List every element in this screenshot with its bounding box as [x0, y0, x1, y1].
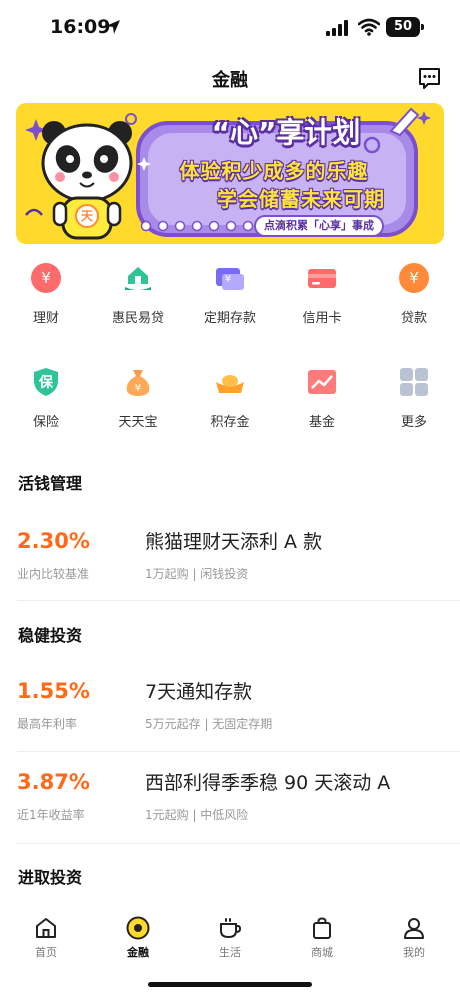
product-name: 熊猫理财天添利 A 款 — [145, 531, 323, 553]
product-desc: 5万元起存 | 无固定存期 — [145, 717, 273, 731]
product-desc: 1元起购 | 中低风险 — [145, 808, 249, 822]
loan-coin-icon: ¥ — [399, 263, 429, 293]
person-icon — [404, 918, 424, 939]
deposit-card-icon: ¥ — [216, 268, 244, 290]
promo-banner[interactable]: 天 “心”享计划 体验积少成多的乐趣 学会储蓄未来可期 点滴积累「心享」事成 — [16, 103, 444, 244]
quick-menu-row-1: ¥ 理财 惠民易贷 ¥ 定期存款 信用卡 ¥ 贷款 — [0, 258, 460, 338]
menu-item-label: 定期存款 — [203, 311, 256, 326]
product-rate: 3.87% — [17, 770, 90, 794]
battery-indicator: 50 — [386, 17, 424, 37]
banner-tag: 点滴积累「心享」事成 — [254, 215, 384, 237]
svg-text:¥: ¥ — [41, 269, 51, 287]
nav-tab-life[interactable]: 生活 — [184, 910, 276, 965]
product-rate-label: 业内比较基准 — [17, 567, 90, 581]
section-title-stable: 稳健投资 — [18, 626, 83, 645]
grid-more-icon — [400, 368, 428, 396]
product-rate-label: 最高年利率 — [17, 717, 78, 731]
menu-item-label: 惠民易贷 — [111, 311, 164, 326]
menu-item-credit-card[interactable]: 信用卡 — [276, 258, 368, 338]
wifi-icon — [358, 18, 380, 36]
yuan-coin-icon: ¥ — [31, 263, 61, 293]
page-title: 金融 — [212, 70, 248, 91]
nav-label: 生活 — [219, 946, 241, 959]
product-rate: 1.55% — [17, 679, 90, 703]
menu-item-label: 更多 — [400, 415, 427, 430]
product-card[interactable]: 2.30% 业内比较基准 熊猫理财天添利 A 款 1万起购 | 闲钱投资 — [0, 515, 460, 607]
svg-text:¥: ¥ — [135, 383, 141, 394]
menu-item-fund[interactable]: 基金 — [276, 362, 368, 442]
banner-title-char: 划 — [332, 116, 361, 149]
svg-text:¥: ¥ — [225, 274, 231, 285]
banner-title-char: 享 — [276, 116, 305, 149]
menu-item-label: 理财 — [32, 311, 59, 326]
bottom-nav: 首页 金融 生活 商城 我的 — [0, 910, 460, 965]
home-icon — [36, 918, 56, 938]
product-rate: 2.30% — [17, 529, 90, 553]
quick-menu-row-2: 保 保险 ¥ 天天宝 积存金 基金 更多 — [0, 362, 460, 442]
credit-card-icon — [308, 269, 336, 288]
menu-item-label: 基金 — [308, 415, 335, 430]
product-card[interactable]: 1.55% 最高年利率 7天通知存款 5万元起存 | 无固定存期 — [0, 665, 460, 757]
nav-tab-finance[interactable]: 金融 — [92, 910, 184, 965]
section-title-flexible: 活钱管理 — [18, 474, 83, 493]
money-bag-icon: ¥ — [126, 370, 150, 396]
menu-item-more[interactable]: 更多 — [368, 362, 460, 442]
coffee-cup-icon — [220, 918, 242, 939]
menu-item-loan[interactable]: ¥ 贷款 — [368, 258, 460, 338]
menu-item-insurance[interactable]: 保 保险 — [0, 362, 92, 442]
product-rate-label: 近1年收益率 — [17, 808, 85, 822]
banner-slogan-1: 体验积少成多的乐趣 — [179, 159, 369, 183]
finance-coin-icon — [126, 916, 150, 940]
product-card[interactable]: 3.87% 近1年收益率 西部利得季季稳 90 天滚动 A 1元起购 | 中低风… — [0, 756, 460, 848]
status-time: 16:09 — [50, 16, 111, 38]
nav-label: 商城 — [311, 946, 333, 959]
cellular-signal-icon — [326, 20, 348, 36]
nav-tab-mine[interactable]: 我的 — [368, 910, 460, 965]
menu-item-fixed-deposit[interactable]: ¥ 定期存款 — [184, 258, 276, 338]
shopping-bag-icon — [313, 917, 331, 939]
menu-item-label: 信用卡 — [302, 311, 342, 326]
product-desc: 1万起购 | 闲钱投资 — [145, 567, 249, 581]
nav-label: 金融 — [127, 946, 149, 959]
location-arrow-icon — [106, 20, 120, 34]
menu-item-wealth[interactable]: ¥ 理财 — [0, 258, 92, 338]
product-name: 西部利得季季稳 90 天滚动 A — [145, 772, 391, 794]
message-more-icon[interactable] — [417, 66, 442, 91]
shield-glyph: 保 — [39, 375, 53, 391]
banner-title-char: 计 — [304, 116, 333, 149]
gold-ingot-icon — [216, 375, 244, 393]
banner-slogan-2: 学会储蓄未来可期 — [217, 187, 385, 211]
svg-text:¥: ¥ — [409, 269, 419, 287]
menu-item-label: 积存金 — [210, 415, 250, 430]
section-title-aggressive: 进取投资 — [18, 868, 83, 887]
menu-item-label: 贷款 — [400, 311, 427, 326]
menu-item-label: 天天宝 — [118, 415, 158, 430]
house-hand-icon — [125, 267, 151, 290]
home-indicator — [148, 982, 312, 987]
product-name: 7天通知存款 — [145, 681, 253, 703]
nav-tab-home[interactable]: 首页 — [0, 910, 92, 965]
header: 金融 — [0, 56, 460, 100]
nav-label: 首页 — [35, 946, 57, 959]
nav-tab-mall[interactable]: 商城 — [276, 910, 368, 965]
banner-title-char: “心” — [211, 116, 277, 149]
banner-title: “心”享计划 — [176, 111, 396, 151]
divider — [17, 600, 460, 601]
nav-label: 我的 — [403, 946, 425, 959]
mascot-badge: 天 — [80, 209, 93, 223]
divider — [17, 751, 460, 752]
trend-chart-icon — [308, 370, 336, 394]
menu-item-tiantianbao[interactable]: ¥ 天天宝 — [92, 362, 184, 442]
divider — [17, 843, 460, 844]
menu-item-gold-savings[interactable]: 积存金 — [184, 362, 276, 442]
status-bar: 16:09 50 — [0, 0, 460, 56]
menu-item-huimin-loan[interactable]: 惠民易贷 — [92, 258, 184, 338]
menu-item-label: 保险 — [32, 415, 59, 430]
